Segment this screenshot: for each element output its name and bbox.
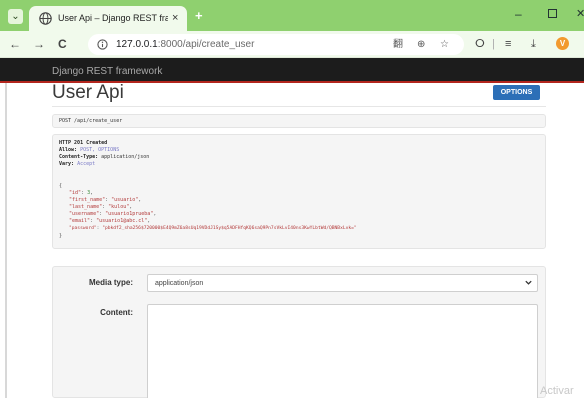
- response-header: Allow: POST, OPTIONS: [59, 147, 119, 154]
- browser-tab-active[interactable]: User Api – Django REST framew ×: [29, 6, 187, 31]
- browser-toolbar: ← → C 127.0.0.1:8000/api/create_user 翻 ⊕…: [0, 31, 584, 58]
- json-close-brace: }: [59, 233, 63, 239]
- toolbar-separator: |: [492, 38, 495, 50]
- forward-button[interactable]: →: [33, 38, 45, 51]
- media-type-value: application/json: [155, 280, 204, 287]
- window-close-button[interactable]: ✕: [576, 7, 584, 21]
- page-title: User Api: [52, 82, 124, 103]
- drf-brand-link[interactable]: Django REST framework: [52, 66, 162, 78]
- header-value: Accept: [77, 161, 96, 167]
- media-type-label: Media type:: [88, 278, 133, 287]
- json-field: "first_name": "usuario",: [69, 197, 142, 203]
- header-value: POST, OPTIONS: [80, 147, 120, 153]
- json-key: "first_name": [69, 197, 106, 203]
- response-header: Content-Type: application/json: [59, 154, 149, 161]
- bookmark-star-icon[interactable]: ☆: [440, 38, 449, 51]
- url-path: :8000/api/create_user: [157, 39, 255, 50]
- json-key: "id": [69, 190, 82, 196]
- downloads-icon[interactable]: ⤓: [531, 37, 536, 51]
- json-field: "last_name": "kulou",: [69, 204, 133, 210]
- header-name: Allow:: [59, 147, 78, 153]
- json-key: "username": [69, 211, 100, 217]
- json-field: "password": "pbkdf2_sha256$720000$E4Q9mZ…: [69, 226, 357, 231]
- tab-title: User Api – Django REST framew: [58, 13, 168, 23]
- windows-activation-watermark: Activar: [540, 385, 574, 397]
- zoom-icon[interactable]: ⊕: [417, 38, 425, 51]
- json-key: "password": [69, 226, 97, 231]
- content-label: Content:: [100, 308, 133, 317]
- options-button[interactable]: OPTIONS: [493, 85, 540, 100]
- profile-avatar[interactable]: V: [556, 37, 569, 50]
- reload-button[interactable]: C: [58, 38, 67, 51]
- raw-data-form: Media type: application/json Content:: [52, 266, 546, 398]
- header-value: application/json: [101, 154, 150, 160]
- header-name: Vary:: [59, 161, 75, 167]
- json-field: "id": 3,: [69, 190, 94, 196]
- translate-icon[interactable]: 翻: [393, 38, 403, 51]
- new-tab-button[interactable]: +: [195, 9, 203, 23]
- media-type-select[interactable]: application/json: [147, 274, 538, 292]
- response-status: HTTP 201 Created: [59, 140, 108, 146]
- json-value: "usuario1prueba": [105, 211, 154, 217]
- json-value: "pbkdf2_sha256$720000$E4Q9mZ6a8sUq19VDdJ…: [102, 226, 357, 231]
- window-maximize-button[interactable]: [548, 9, 557, 18]
- site-info-icon[interactable]: [97, 39, 108, 50]
- title-divider: [52, 106, 546, 107]
- json-field: "email": "usuario1@abc.cl",: [69, 218, 151, 224]
- json-open-brace: {: [59, 183, 63, 189]
- json-field: "username": "usuario1prueba",: [69, 211, 157, 217]
- page-left-edge: [5, 83, 7, 398]
- window-minimize-button[interactable]: –: [515, 7, 522, 21]
- json-value: "kulou": [108, 204, 130, 210]
- reading-list-icon[interactable]: ≡: [505, 37, 511, 51]
- request-line: POST /api/create_user: [59, 118, 123, 124]
- back-button[interactable]: ←: [9, 38, 21, 51]
- tab-search-menu-button[interactable]: ⌄: [8, 9, 23, 24]
- response-header: Vary: Accept: [59, 161, 95, 168]
- header-name: Content-Type:: [59, 154, 99, 160]
- json-key: "email": [69, 218, 91, 224]
- response-info: HTTP 201 Created Allow: POST, OPTIONS Co…: [52, 134, 546, 249]
- globe-icon: [39, 12, 52, 25]
- json-value: "usuario": [111, 197, 139, 203]
- content-textarea[interactable]: [147, 304, 538, 398]
- drf-navbar: Django REST framework: [0, 58, 584, 83]
- json-key: "last_name": [69, 204, 103, 210]
- chevron-down-icon: [525, 280, 532, 285]
- extensions-icon[interactable]: ⵔ: [475, 37, 485, 51]
- url-host: 127.0.0.1: [116, 39, 158, 50]
- address-bar[interactable]: 127.0.0.1:8000/api/create_user 翻 ⊕ ☆: [88, 34, 464, 55]
- json-value: "usuario1@abc.cl": [96, 218, 148, 224]
- browser-tab-strip: ⌄ User Api – Django REST framew × + – ✕: [0, 0, 584, 31]
- url-text: 127.0.0.1:8000/api/create_user: [116, 38, 254, 51]
- tab-close-button[interactable]: ×: [172, 11, 178, 25]
- request-info: POST /api/create_user: [52, 114, 546, 128]
